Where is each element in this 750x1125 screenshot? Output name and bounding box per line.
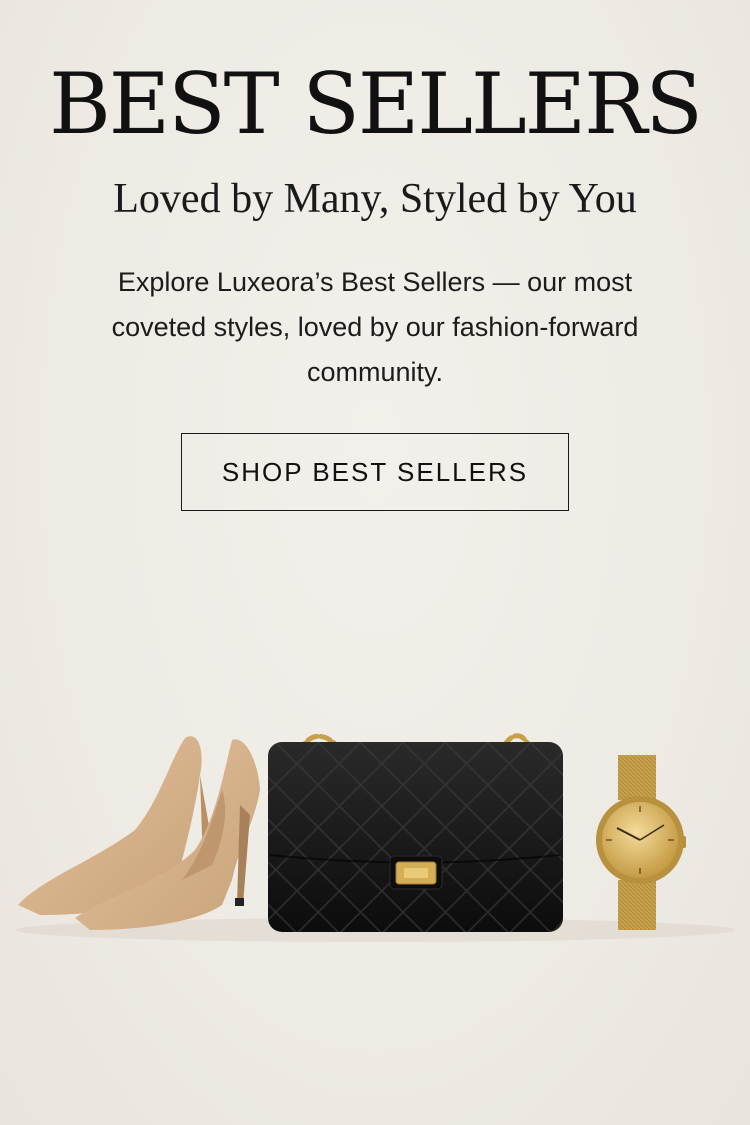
product-showcase — [15, 733, 735, 942]
best-sellers-banner: BEST SELLERS Loved by Many, Styled by Yo… — [0, 0, 750, 1125]
handbag-icon — [268, 733, 563, 932]
watch-icon — [596, 755, 686, 930]
shop-best-sellers-button[interactable]: SHOP BEST SELLERS — [181, 433, 569, 511]
page-title: BEST SELLERS — [49, 55, 703, 153]
description: Explore Luxeora’s Best Sellers — our mos… — [111, 267, 639, 387]
heels-icon — [18, 736, 260, 930]
subtitle: Loved by Many, Styled by You — [113, 176, 637, 222]
